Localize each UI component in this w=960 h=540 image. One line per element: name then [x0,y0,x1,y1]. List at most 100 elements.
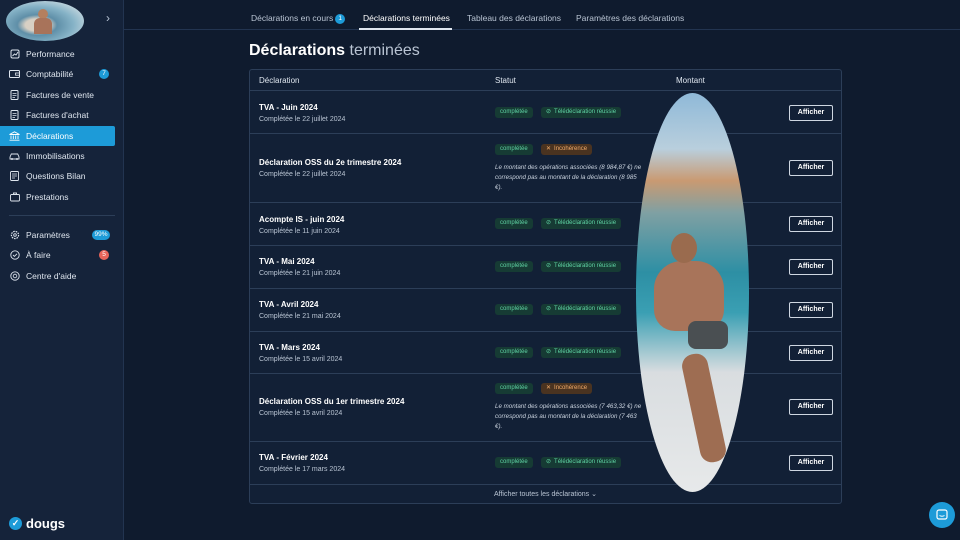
sidebar-item-centre-aide[interactable]: Centre d'aide [0,266,124,286]
declaration-date: Complétée le 15 avril 2024 [259,410,343,417]
bank-icon [9,130,20,141]
sidebar-item-label: Factures d'achat [26,110,89,121]
declaration-name: TVA - Juin 2024 [259,103,318,112]
page-title-main: Déclarations [249,42,346,59]
close-icon: ✕ [546,146,552,152]
declaration-date: Complétée le 22 juillet 2024 [259,116,346,123]
list-icon [9,171,20,182]
table-row: Acompte IS - juin 2024 Complétée le 11 j… [250,203,841,246]
document-icon [9,110,20,121]
status-badge-label: Incohérence [554,385,588,391]
tab-bar: Déclarations en cours 1 Déclarations term… [124,0,960,30]
logo-check-icon: ✓ [9,517,22,530]
afficher-button[interactable]: Afficher [789,345,833,361]
declaration-name: TVA - Mai 2024 [259,257,315,266]
tab-count-badge: 1 [335,14,346,24]
status-badge: complétée [495,304,533,315]
declaration-name: Déclaration OSS du 1er trimestre 2024 [259,397,405,406]
sidebar-item-a-faire[interactable]: À faire 5 [0,245,124,265]
logo-wordmark: dougs [26,516,65,531]
declaration-date: Complétée le 15 avril 2024 [259,356,343,363]
page-title: Déclarations terminées [249,42,420,60]
sidebar-item-label: Immobilisations [26,150,85,161]
afficher-button[interactable]: Afficher [789,302,833,318]
status-badge: complétée [495,107,533,118]
car-icon [9,150,20,161]
column-header-declaration: Déclaration [259,76,300,85]
declaration-name: TVA - Mars 2024 [259,343,320,352]
sidebar-item-immobilisations[interactable]: Immobilisations [0,146,124,166]
tab-declarations-en-cours[interactable]: Déclarations en cours 1 [251,13,346,24]
status-badge-success: ⊘ Télédéclaration réussie [541,261,622,272]
sidebar-nav: Performance Comptabilité 7 Factures de v… [0,44,124,286]
afficher-button[interactable]: Afficher [789,455,833,471]
tab-label: Déclarations en cours [251,13,334,23]
tab-declarations-terminees[interactable]: Déclarations terminées [363,13,450,23]
sidebar-item-factures-vente[interactable]: Factures de vente [0,85,124,105]
declaration-date: Complétée le 21 juin 2024 [259,270,341,277]
inconsistency-note: Le montant des opérations associées (7 4… [495,403,642,430]
check-circle-icon: ⊘ [546,109,552,115]
sidebar-item-label: Factures de vente [26,89,95,100]
chat-button[interactable] [929,502,955,528]
sidebar-item-prestations[interactable]: Prestations [0,187,124,207]
column-header-montant: Montant [676,76,705,85]
briefcase-icon [9,191,20,202]
sidebar-item-comptabilite[interactable]: Comptabilité 7 [0,64,124,84]
sidebar-item-performance[interactable]: Performance [0,44,124,64]
afficher-button[interactable]: Afficher [789,259,833,275]
status-badge-label: Télédéclaration réussie [554,349,617,355]
afficher-button[interactable]: Afficher [789,216,833,232]
tab-tableau-declarations[interactable]: Tableau des déclarations [467,13,561,23]
table-row: TVA - Juin 2024 Complétée le 22 juillet … [250,91,841,134]
afficher-button[interactable]: Afficher [789,160,833,176]
sidebar-item-parametres[interactable]: Paramètres 99% [0,225,124,245]
status-badge: complétée [495,457,533,468]
show-all-declarations-link[interactable]: Afficher toutes les déclarations ⌄ [250,490,841,498]
photo-person-shorts [688,321,728,349]
sidebar-item-label: Questions Bilan [26,171,86,182]
sidebar-item-label: Comptabilité [26,69,74,80]
table-row: TVA - Mars 2024 Complétée le 15 avril 20… [250,332,841,374]
status-badge-warning: ✕ Incohérence [541,383,593,394]
dougs-logo[interactable]: ✓ dougs [9,516,65,531]
page-title-secondary: terminées [349,42,420,59]
declaration-date: Complétée le 22 juillet 2024 [259,171,346,178]
sidebar-item-factures-achat[interactable]: Factures d'achat [0,105,124,125]
status-badge-success: ⊘ Télédéclaration réussie [541,218,622,229]
status-badge-warning: ✕ Incohérence [541,144,593,155]
column-header-statut: Statut [495,76,516,85]
declaration-name: TVA - Avril 2024 [259,300,319,309]
sidebar-item-questions-bilan[interactable]: Questions Bilan [0,166,124,186]
avatar-body [34,18,52,34]
sidebar-item-label: À faire [26,250,51,261]
count-badge: 5 [99,250,109,261]
afficher-button[interactable]: Afficher [789,105,833,121]
count-badge: 7 [99,69,109,80]
status-badge-label: Télédéclaration réussie [554,220,617,226]
tab-label: Paramètres des déclarations [576,13,685,23]
chevron-right-icon[interactable]: › [106,12,118,24]
declaration-date: Complétée le 17 mars 2024 [259,466,345,473]
status-badge-success: ⊘ Télédéclaration réussie [541,107,622,118]
tab-label: Déclarations terminées [363,13,450,23]
sidebar-item-label: Déclarations [26,130,74,141]
avatar[interactable] [6,1,84,41]
help-icon [9,270,20,281]
photo-person-head [671,233,697,263]
status-badge: complétée [495,383,533,394]
check-circle-icon: ⊘ [546,263,552,269]
tab-parametres-declarations[interactable]: Paramètres des déclarations [576,13,684,23]
chat-icon [936,509,948,520]
status-badge-label: Télédéclaration réussie [554,306,617,312]
chevron-down-icon: ⌄ [591,491,598,498]
table-row: TVA - Mai 2024 Complétée le 21 juin 2024… [250,246,841,289]
sidebar-divider [9,214,115,216]
afficher-button[interactable]: Afficher [789,399,833,415]
sidebar-item-declarations[interactable]: Déclarations [0,125,115,146]
gear-icon [9,229,20,240]
show-all-label: Afficher toutes les déclarations [493,491,590,498]
table-row: Déclaration OSS du 1er trimestre 2024 Co… [250,374,841,442]
wallet-icon [9,69,20,80]
status-badge-label: Télédéclaration réussie [554,459,617,465]
